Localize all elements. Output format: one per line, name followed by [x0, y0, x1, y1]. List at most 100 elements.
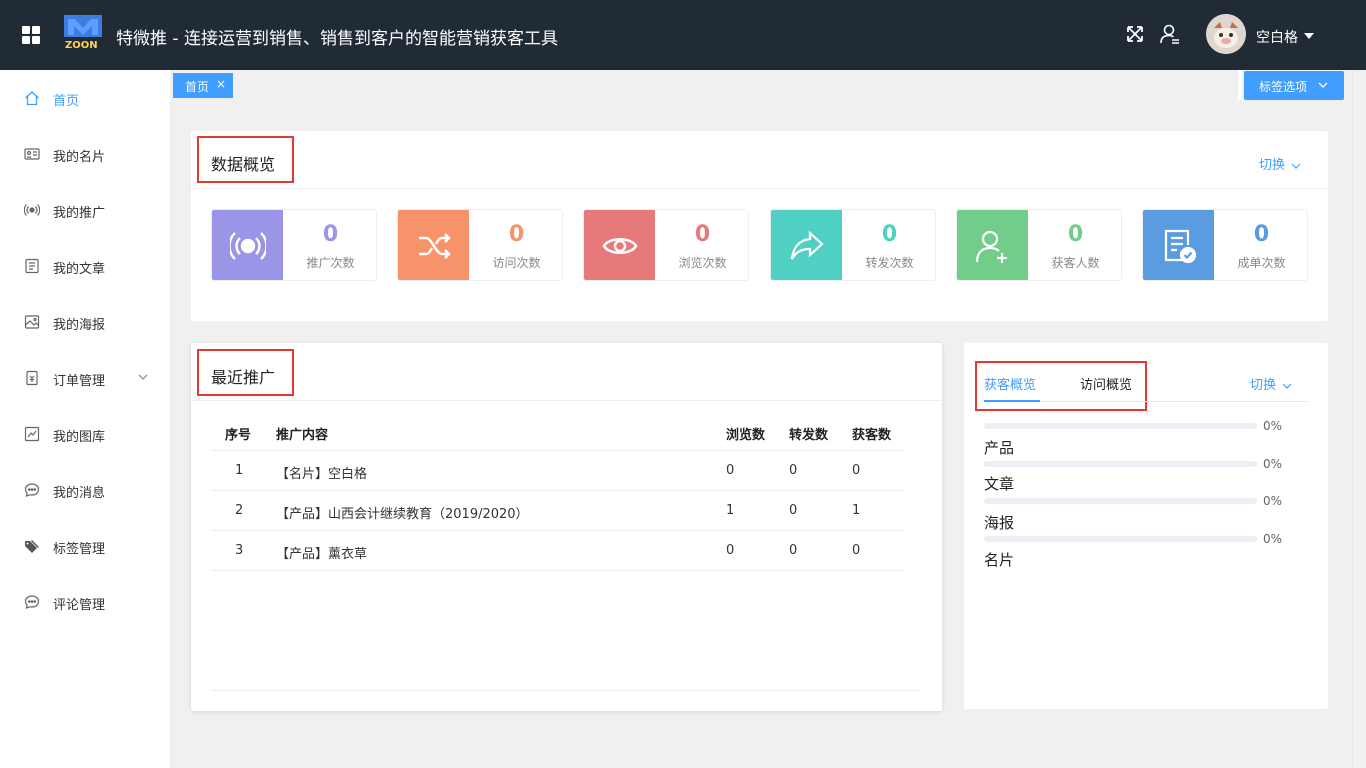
- progress-track: [984, 498, 1257, 504]
- tab-customer-overview[interactable]: 获客概览: [984, 374, 1036, 393]
- cell-content[interactable]: 【名片】空白格: [276, 463, 367, 482]
- sidebar-item-posters[interactable]: 我的海报: [0, 302, 170, 342]
- cell-shares: 0: [789, 503, 798, 518]
- row-divider: [211, 450, 904, 451]
- user-name[interactable]: 空白格: [1256, 27, 1298, 47]
- tab-home[interactable]: 首页 ×: [173, 73, 233, 98]
- progress-track: [984, 461, 1257, 467]
- recent-title: 最近推广: [211, 368, 276, 387]
- cell-customers: 1: [852, 503, 861, 518]
- side-overview-switch[interactable]: 切换: [1250, 374, 1292, 393]
- cell-views: 0: [726, 543, 735, 558]
- row-divider: [211, 530, 904, 531]
- image-icon: [24, 315, 40, 329]
- cell-content[interactable]: 【产品】薰衣草: [276, 543, 367, 562]
- sidebar-item-label: 评论管理: [53, 598, 106, 613]
- progress-track: [984, 423, 1257, 429]
- sidebar-item-label: 首页: [53, 94, 80, 109]
- column-header[interactable]: 获客数: [852, 424, 891, 443]
- app-grid-icon[interactable]: [22, 26, 40, 44]
- stat-value: 0: [322, 222, 339, 247]
- cell-views: 1: [726, 503, 735, 518]
- user-profile-icon[interactable]: [1160, 24, 1180, 44]
- sidebar-item-gallery[interactable]: 我的图库: [0, 414, 170, 454]
- stat-value: 0: [1253, 222, 1270, 247]
- column-header[interactable]: 浏览数: [726, 424, 765, 443]
- sidebar-item-label: 我的消息: [53, 486, 106, 501]
- tab-strip-edge: [1238, 70, 1242, 100]
- progress-track: [984, 536, 1257, 542]
- column-header[interactable]: 序号: [225, 424, 251, 443]
- avatar[interactable]: [1206, 14, 1246, 54]
- avatar-image: [1206, 14, 1246, 54]
- sidebar-item-home[interactable]: 首页: [0, 78, 170, 118]
- sidebar-item-label: 我的推广: [53, 206, 106, 221]
- caret-down-icon[interactable]: [1304, 33, 1314, 39]
- row-divider: [211, 490, 904, 491]
- stat-icon-box: [771, 210, 842, 280]
- stat-icon-box: [957, 210, 1028, 280]
- cell-shares: 0: [789, 463, 798, 478]
- stat-icon-box: [398, 210, 469, 280]
- sidebar-item-articles[interactable]: 我的文章: [0, 246, 170, 286]
- fullscreen-icon[interactable]: [1125, 24, 1145, 44]
- broadcast-icon: [230, 232, 266, 260]
- chevron-down-icon: [1282, 383, 1292, 389]
- chevron-down-icon: [1318, 82, 1328, 88]
- cell-no: 2: [235, 503, 244, 518]
- progress-label: 名片: [984, 551, 1015, 569]
- stat-visits: 0 访问次数: [397, 209, 563, 281]
- progress-label: 文章: [984, 475, 1015, 493]
- tag-icon: [25, 540, 39, 553]
- stat-value: 0: [694, 222, 711, 247]
- sidebar-item-label: 我的图库: [53, 430, 106, 445]
- stat-promotions: 0 推广次数: [211, 209, 377, 281]
- sidebar-item-orders[interactable]: 订单管理: [0, 358, 170, 398]
- order-icon: [26, 370, 38, 386]
- cell-no: 3: [235, 543, 244, 558]
- order-check-icon: [1164, 229, 1197, 264]
- sidebar-item-label: 我的海报: [53, 318, 106, 333]
- tab-options-button[interactable]: 标签选项: [1244, 71, 1344, 100]
- progress-label: 产品: [984, 439, 1015, 457]
- message-icon: [24, 483, 40, 497]
- sidebar-item-comments[interactable]: 评论管理: [0, 582, 170, 622]
- share-icon: [790, 230, 824, 260]
- sidebar-item-label: 我的文章: [53, 262, 106, 277]
- stat-label: 转发次数: [865, 256, 914, 270]
- divider: [191, 188, 1328, 189]
- sidebar-item-label: 标签管理: [53, 542, 106, 557]
- sidebar-item-tags[interactable]: 标签管理: [0, 526, 170, 566]
- overview-switch[interactable]: 切换: [1259, 154, 1301, 173]
- close-icon[interactable]: ×: [216, 77, 226, 91]
- broadcast-icon: [24, 204, 40, 216]
- zoon-logo: ZOON: [64, 15, 102, 49]
- id-card-icon: [24, 148, 40, 160]
- row-divider: [211, 570, 904, 571]
- stat-customers: 0 获客人数: [956, 209, 1122, 281]
- tab-visit-overview[interactable]: 访问概览: [1080, 374, 1132, 393]
- stat-label: 获客人数: [1051, 256, 1100, 270]
- switch-label: 切换: [1250, 378, 1277, 393]
- sidebar-item-promotion[interactable]: 我的推广: [0, 190, 170, 230]
- column-header[interactable]: 推广内容: [276, 424, 328, 443]
- page-scrollbar[interactable]: [1352, 70, 1366, 768]
- stat-orders: 0 成单次数: [1142, 209, 1308, 281]
- sidebar-item-messages[interactable]: 我的消息: [0, 470, 170, 510]
- stat-icon-box: [1143, 210, 1214, 280]
- sidebar-item-label: 订单管理: [53, 374, 106, 389]
- table-footer-line: [211, 690, 922, 691]
- stat-label: 浏览次数: [678, 256, 727, 270]
- stat-value: 0: [881, 222, 898, 247]
- overview-title: 数据概览: [211, 155, 276, 174]
- column-header[interactable]: 转发数: [789, 424, 828, 443]
- stat-label: 推广次数: [306, 256, 355, 270]
- cell-views: 0: [726, 463, 735, 478]
- home-icon: [25, 91, 39, 106]
- progress-percent: 0%: [1263, 494, 1283, 508]
- sidebar-item-card[interactable]: 我的名片: [0, 134, 170, 174]
- cell-content[interactable]: 【产品】山西会计继续教育（2019/2020）: [276, 503, 529, 522]
- chevron-down-icon[interactable]: [138, 372, 148, 382]
- chart-icon: [24, 426, 40, 442]
- stat-label: 成单次数: [1237, 256, 1286, 270]
